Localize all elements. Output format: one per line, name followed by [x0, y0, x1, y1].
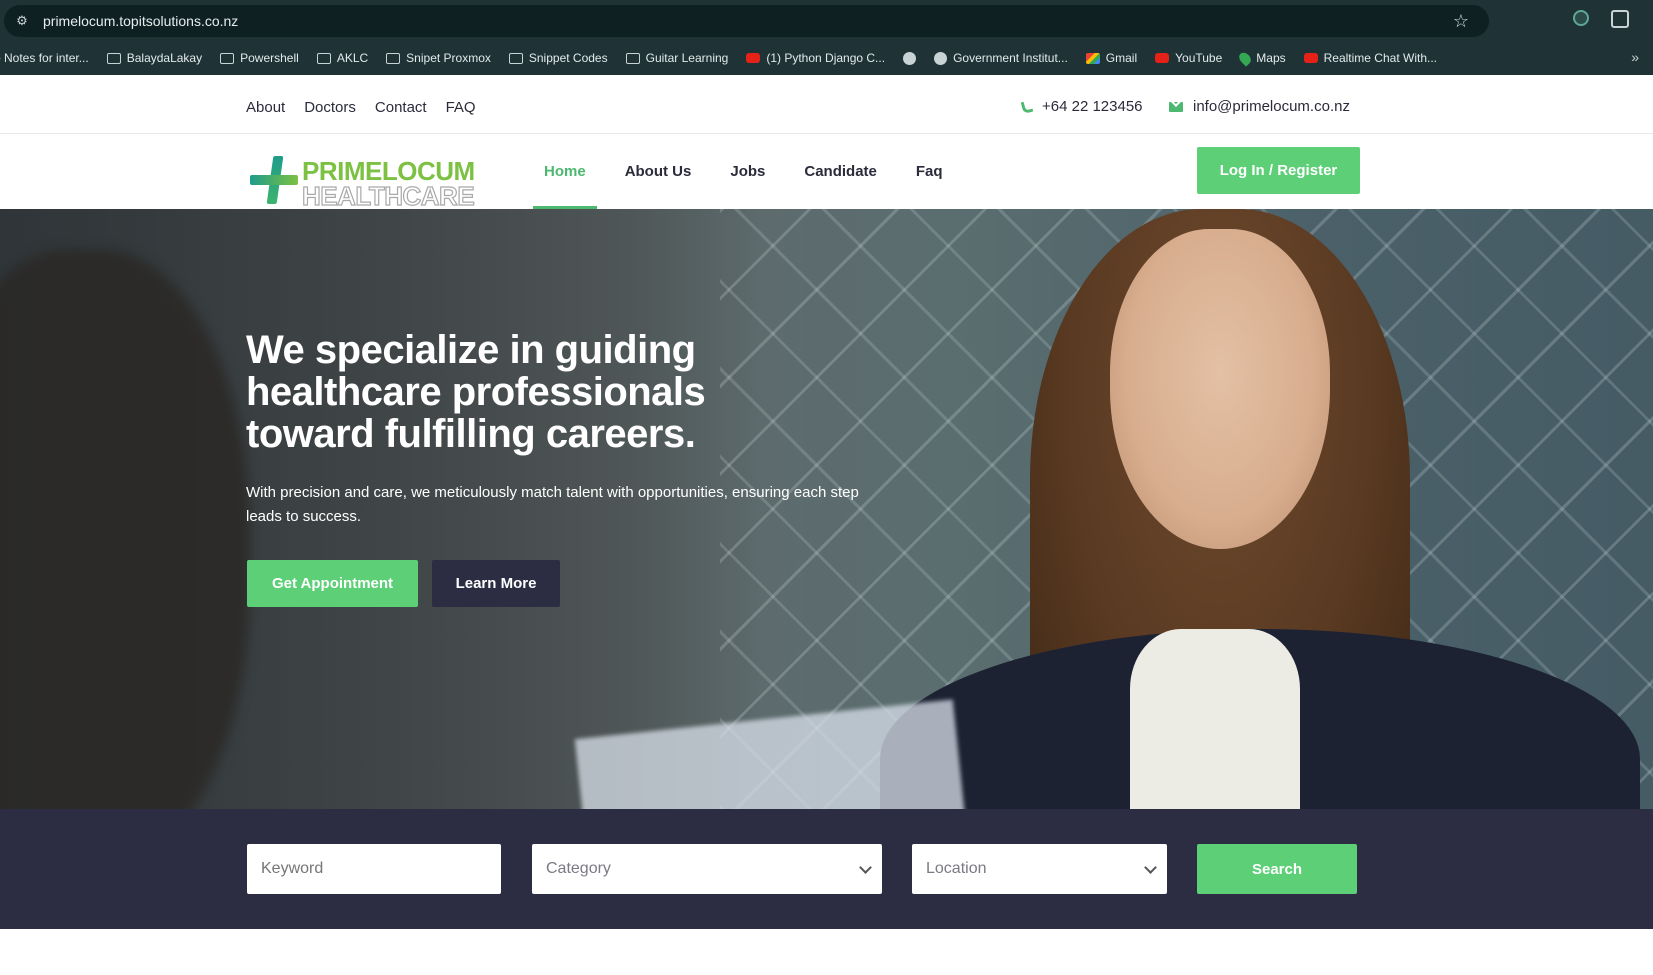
nav-item-faq[interactable]: Faq	[905, 134, 954, 209]
nav-item-jobs[interactable]: Jobs	[719, 134, 776, 209]
url-text[interactable]: primelocum.topitsolutions.co.nz	[43, 13, 238, 29]
bookmark-item[interactable]: BalaydaLakay	[106, 51, 220, 65]
bookmarks-overflow-icon[interactable]: »	[1631, 49, 1639, 65]
bookmark-item[interactable]	[903, 51, 934, 65]
toplink-doctors[interactable]: Doctors	[304, 99, 356, 116]
bookmark-item[interactable]: Powershell	[220, 51, 317, 65]
nav-item-candidate[interactable]: Candidate	[793, 134, 888, 209]
hero-person-shirt	[1130, 629, 1300, 809]
nav-item-home[interactable]: Home	[533, 134, 597, 209]
top-links: About Doctors Contact FAQ	[246, 99, 476, 116]
login-register-button[interactable]: Log In / Register	[1197, 147, 1360, 194]
email-address[interactable]: info@primelocum.co.nz	[1193, 98, 1350, 115]
gmail-icon	[1085, 52, 1100, 64]
top-contact-bar: About Doctors Contact FAQ +64 22 123456 …	[0, 80, 1653, 134]
logo-cross-icon	[250, 156, 298, 204]
extension-icon[interactable]	[1573, 10, 1589, 26]
job-search-bar: Category Location Search	[0, 809, 1653, 929]
site-info-icon[interactable]: ⚙	[14, 13, 30, 29]
hero-person-face	[1110, 229, 1330, 549]
location-select[interactable]: Location	[912, 844, 1167, 894]
youtube-icon	[1303, 53, 1318, 63]
chevron-down-icon	[1144, 861, 1157, 874]
bookmark-item[interactable]: Maps	[1237, 49, 1303, 67]
folder-icon	[316, 52, 331, 64]
category-select[interactable]: Category	[532, 844, 882, 894]
folder-icon	[106, 52, 121, 64]
main-navbar: PRIMELOCUM HEALTHCARE Home About Us Jobs…	[0, 134, 1653, 212]
bookmark-item[interactable]: AKLC	[316, 51, 386, 65]
extensions-area	[1573, 10, 1629, 28]
bookmark-star-icon[interactable]: ☆	[1453, 11, 1469, 32]
hero-section: We specialize in guiding healthcare prof…	[0, 209, 1653, 809]
hero-title: We specialize in guiding healthcare prof…	[246, 328, 706, 456]
toplink-contact[interactable]: Contact	[375, 99, 427, 116]
folder-icon	[386, 52, 401, 64]
youtube-icon	[1155, 53, 1170, 63]
folder-icon	[625, 52, 640, 64]
phone-contact[interactable]: +64 22 123456	[1020, 98, 1143, 115]
envelope-icon	[1169, 101, 1183, 112]
youtube-icon	[746, 53, 761, 63]
hero-subtitle: With precision and care, we meticulously…	[246, 484, 859, 525]
keyword-input[interactable]	[247, 844, 501, 894]
maps-icon	[1237, 49, 1254, 67]
search-button[interactable]: Search	[1197, 844, 1357, 894]
category-select-value: Category	[546, 860, 611, 877]
bookmark-item[interactable]: Snippet Codes	[508, 51, 626, 65]
learn-more-button[interactable]: Learn More	[432, 560, 560, 607]
browser-chrome: ⚙ primelocum.topitsolutions.co.nz ☆ b No…	[0, 0, 1653, 75]
phone-number[interactable]: +64 22 123456	[1042, 98, 1143, 115]
bookmark-item[interactable]: Gmail	[1085, 51, 1155, 65]
main-menu: Home About Us Jobs Candidate Faq	[533, 134, 971, 209]
folder-icon	[220, 52, 235, 64]
bookmark-item[interactable]: Guitar Learning	[625, 51, 747, 65]
globe-icon	[934, 51, 948, 65]
email-contact[interactable]: info@primelocum.co.nz	[1169, 98, 1350, 115]
location-select-value: Location	[926, 860, 987, 877]
globe-icon	[903, 51, 917, 65]
bookmark-item[interactable]: Realtime Chat With...	[1303, 51, 1455, 65]
toplink-about[interactable]: About	[246, 99, 285, 116]
bookmark-item[interactable]: Government Institut...	[934, 51, 1086, 65]
bookmark-item[interactable]: b Notes for inter...	[0, 51, 107, 65]
folder-icon	[508, 52, 523, 64]
nav-item-about-us[interactable]: About Us	[614, 134, 703, 209]
bookmark-item[interactable]: YouTube	[1155, 51, 1240, 65]
bookmark-item[interactable]: Snipet Proxmox	[386, 51, 509, 65]
bookmarks-bar: b Notes for inter... BalaydaLakay Powers…	[0, 45, 1653, 71]
logo-text-secondary: HEALTHCARE	[301, 180, 475, 211]
site-logo[interactable]: PRIMELOCUM HEALTHCARE	[250, 156, 495, 212]
get-appointment-button[interactable]: Get Appointment	[247, 560, 418, 607]
phone-icon	[1020, 99, 1034, 114]
bookmark-item[interactable]: (1) Python Django C...	[746, 51, 903, 65]
address-bar[interactable]: ⚙ primelocum.topitsolutions.co.nz ☆	[4, 5, 1489, 37]
chevron-down-icon	[859, 861, 872, 874]
toplink-faq[interactable]: FAQ	[446, 99, 476, 116]
extensions-puzzle-icon[interactable]	[1611, 10, 1629, 28]
